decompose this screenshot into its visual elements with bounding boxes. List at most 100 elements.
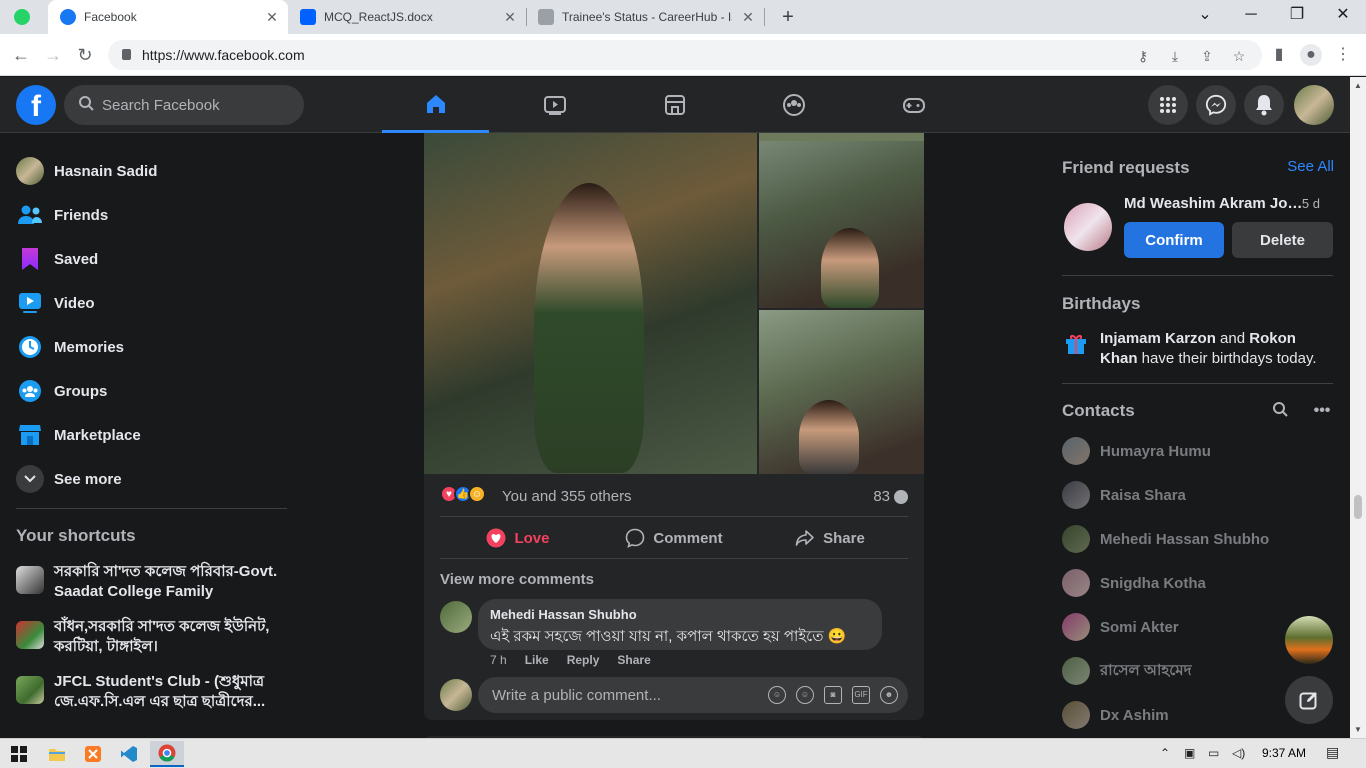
see-all-link[interactable]: See All <box>1287 158 1334 175</box>
search-icon <box>76 95 96 115</box>
comment-button[interactable]: Comment <box>596 518 752 558</box>
sidebar-item-friends[interactable]: Friends <box>8 193 292 237</box>
notifications-button[interactable] <box>1244 85 1284 125</box>
contacts-search-icon[interactable] <box>1270 401 1290 421</box>
page-scrollbar[interactable]: ▲ ▼ <box>1350 77 1366 738</box>
shortcut-item[interactable]: সরকারি সা'দত কলেজ পরিবার-Govt. Saadat Co… <box>16 562 296 602</box>
network-icon[interactable]: ▭ <box>1208 746 1219 760</box>
new-tab-button[interactable]: + <box>776 0 800 34</box>
post-photo-bottom-right[interactable] <box>759 310 924 474</box>
nav-video-tab[interactable] <box>501 77 608 133</box>
file-explorer-icon[interactable] <box>46 743 68 765</box>
contact-item[interactable]: Humayra Humu <box>1062 429 1334 473</box>
sticker-icon[interactable]: ☻ <box>880 686 898 704</box>
sidebar-item-saved[interactable]: Saved <box>8 237 292 281</box>
address-bar[interactable]: https://www.facebook.com ⚷ ⤓ ⇪ ☆ <box>108 40 1262 70</box>
tray-device-icon[interactable]: ▣ <box>1184 746 1195 760</box>
comment-like-link[interactable]: Like <box>525 653 549 667</box>
notification-center-icon[interactable]: ▤ <box>1326 744 1339 761</box>
birthday-name[interactable]: Injamam Karzon <box>1100 330 1216 347</box>
comment-time[interactable]: 7 h <box>490 653 507 667</box>
browser-tab-docx[interactable]: MCQ_ReactJS.docx ✕ <box>290 0 527 34</box>
comment-reply-link[interactable]: Reply <box>567 653 600 667</box>
vscode-icon[interactable] <box>118 743 140 765</box>
scrollbar-thumb[interactable] <box>1354 495 1362 519</box>
share-icon[interactable]: ⇪ <box>1198 47 1216 65</box>
facebook-logo[interactable]: f <box>16 85 56 125</box>
chrome-icon[interactable] <box>150 741 184 767</box>
account-avatar[interactable] <box>1294 85 1334 125</box>
post-photo-main[interactable] <box>424 133 757 474</box>
xampp-icon[interactable] <box>82 743 104 765</box>
browser-tab-facebook[interactable]: Facebook ✕ <box>48 0 288 34</box>
confirm-button[interactable]: Confirm <box>1124 222 1224 258</box>
volume-icon[interactable]: ◁) <box>1232 746 1245 760</box>
comment-author[interactable]: Mehedi Hassan Shubho <box>490 607 870 622</box>
messenger-button[interactable] <box>1196 85 1236 125</box>
forward-button[interactable]: → <box>40 42 66 68</box>
sidebar-item-see-more[interactable]: See more <box>8 457 292 501</box>
comment-input[interactable] <box>490 677 760 713</box>
comments-count[interactable]: 83 <box>873 488 908 505</box>
contacts-options-icon[interactable]: ••• <box>1312 401 1332 421</box>
sidebar-item-video[interactable]: Video <box>8 281 292 325</box>
write-comment-box[interactable]: ☺ ☺ ◙ GIF ☻ <box>478 677 908 713</box>
windows-start-icon[interactable] <box>8 743 30 765</box>
bookmark-star-icon[interactable]: ☆ <box>1230 47 1248 65</box>
browser-tab-careerhub[interactable]: Trainee's Status - CareerHub - Isl ✕ <box>528 0 765 34</box>
camera-icon[interactable]: ◙ <box>824 686 842 704</box>
shortcut-item[interactable]: JFCL Student's Club - (শুধুমাত্র জে.এফ.স… <box>16 672 296 712</box>
comment-share-link[interactable]: Share <box>617 653 650 667</box>
contact-item[interactable]: Mehedi Hassan Shubho <box>1062 517 1334 561</box>
my-avatar[interactable] <box>440 679 472 711</box>
nav-gaming-tab[interactable] <box>860 77 967 133</box>
sidebar-item-memories[interactable]: Memories <box>8 325 292 369</box>
gif-icon[interactable]: GIF <box>852 686 870 704</box>
chat-head-avatar[interactable] <box>1285 616 1333 664</box>
scroll-up-arrow-icon[interactable]: ▲ <box>1354 81 1362 90</box>
new-message-button[interactable] <box>1285 676 1333 724</box>
post-photo-top-right[interactable] <box>759 133 924 308</box>
sidebar-item-profile[interactable]: Hasnain Sadid <box>8 149 292 193</box>
side-panel-icon[interactable]: ▮ <box>1268 44 1290 66</box>
contact-item[interactable]: Snigdha Kotha <box>1062 561 1334 605</box>
whatsapp-tab[interactable] <box>14 0 42 34</box>
nav-home-tab[interactable] <box>382 77 489 133</box>
search-input[interactable] <box>100 85 296 125</box>
close-tab-icon[interactable]: ✕ <box>264 9 280 25</box>
search-box[interactable] <box>64 85 304 125</box>
close-window-button[interactable]: ✕ <box>1320 0 1366 30</box>
reload-button[interactable]: ↻ <box>72 42 98 68</box>
menu-button[interactable] <box>1148 85 1188 125</box>
nav-groups-tab[interactable] <box>740 77 847 133</box>
clock-time[interactable]: 9:37 AM <box>1262 746 1306 760</box>
share-button[interactable]: Share <box>752 518 908 558</box>
close-tab-icon[interactable]: ✕ <box>740 9 756 25</box>
scroll-down-arrow-icon[interactable]: ▼ <box>1354 725 1362 734</box>
back-button[interactable]: ← <box>8 42 34 68</box>
sidebar-item-marketplace[interactable]: Marketplace <box>8 413 292 457</box>
avatar-sticker-icon[interactable]: ☺ <box>768 686 786 704</box>
nav-marketplace-tab[interactable] <box>621 77 728 133</box>
key-icon[interactable]: ⚷ <box>1134 47 1152 65</box>
reaction-icons[interactable]: ♥ 👍 ☺ <box>440 485 486 503</box>
tab-search-icon[interactable]: ⌄ <box>1182 0 1228 30</box>
profile-icon[interactable]: ● <box>1300 44 1322 66</box>
kebab-menu-icon[interactable]: ⋮ <box>1332 44 1354 66</box>
delete-button[interactable]: Delete <box>1232 222 1333 258</box>
contact-item[interactable]: Raisa Shara <box>1062 473 1334 517</box>
sidebar-item-groups[interactable]: Groups <box>8 369 292 413</box>
tray-chevron-icon[interactable]: ⌃ <box>1160 746 1170 760</box>
requester-name[interactable]: Md Weashim Akram Jon... <box>1124 195 1304 212</box>
maximize-button[interactable]: ❐ <box>1274 0 1320 30</box>
emoji-icon[interactable]: ☺ <box>796 686 814 704</box>
reactions-summary[interactable]: You and 355 others <box>502 488 632 505</box>
love-button[interactable]: Love <box>440 518 596 558</box>
close-tab-icon[interactable]: ✕ <box>502 9 518 25</box>
shortcut-item[interactable]: বাঁধন,সরকারি সা'দত কলেজ ইউনিট, করটিয়া, … <box>16 617 296 657</box>
install-icon[interactable]: ⤓ <box>1166 47 1184 65</box>
commenter-avatar[interactable] <box>440 601 472 633</box>
view-more-comments-link[interactable]: View more comments <box>440 571 594 588</box>
minimize-button[interactable]: ─ <box>1228 0 1274 30</box>
requester-avatar[interactable] <box>1064 203 1112 251</box>
